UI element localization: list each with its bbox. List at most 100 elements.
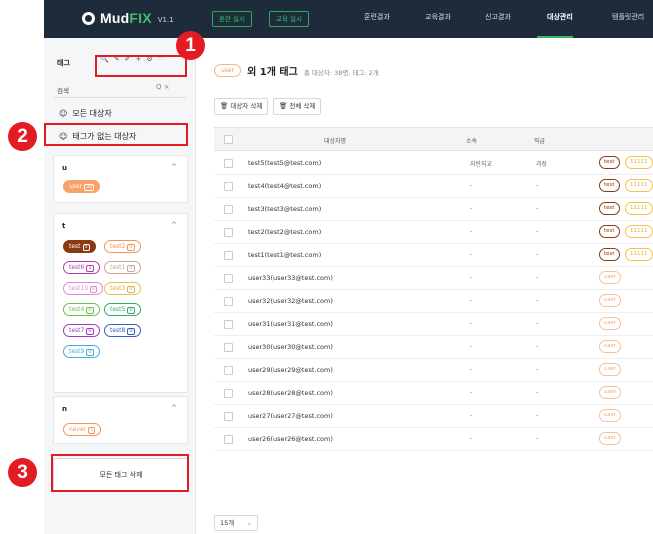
title-summary: 총 대상자: 38명, 태그: 2개 xyxy=(303,68,379,77)
row-tag-user[interactable]: user xyxy=(599,386,621,399)
table-row[interactable]: test4(test4@test.com) - - test 11111 xyxy=(214,175,653,198)
menu-education-results[interactable]: 교육결과 xyxy=(425,12,451,22)
row-tag-test[interactable]: test xyxy=(599,156,620,169)
row-tag-11111[interactable]: 11111 xyxy=(625,202,653,215)
tag-test2[interactable]: test2 0 xyxy=(104,240,141,253)
column-header-dept[interactable]: 소속 xyxy=(466,136,477,145)
row-checkbox[interactable] xyxy=(224,297,233,306)
row-tag-11111[interactable]: 11111 xyxy=(625,248,653,261)
tag-test9[interactable]: test9 0 xyxy=(63,345,100,358)
tag-group-t: t ^ test 5 test2 0 test6 1 test1 0 test10 0 t… xyxy=(53,213,188,393)
menu-target-management[interactable]: 대상관리 xyxy=(547,12,573,22)
row-position: 과장 xyxy=(536,161,548,168)
row-checkbox[interactable] xyxy=(224,205,233,214)
tag-test1[interactable]: test1 0 xyxy=(104,261,141,274)
tag-search-input[interactable]: 검색 xyxy=(57,85,69,95)
selected-tag-pill[interactable]: user xyxy=(214,64,242,77)
row-checkbox[interactable] xyxy=(224,320,233,329)
row-tag-test[interactable]: test xyxy=(599,248,620,261)
row-name: user26(user26@test.com) xyxy=(248,435,333,443)
row-tag-11111[interactable]: 11111 xyxy=(625,225,653,238)
row-dept: - xyxy=(470,412,473,419)
delete-targets-button[interactable]: 🗑 대상자 삭제 xyxy=(214,98,269,115)
menu-training-results[interactable]: 훈련결과 xyxy=(364,12,390,22)
row-dept: - xyxy=(470,320,473,327)
row-name: test5(test5@test.com) xyxy=(248,159,322,167)
row-position: - xyxy=(536,297,539,304)
row-checkbox[interactable] xyxy=(224,274,233,283)
page-size-select[interactable]: 15개 ⌄ xyxy=(214,515,258,531)
table-row[interactable]: user28(user28@test.com) - - user xyxy=(214,382,653,405)
row-dept: - xyxy=(470,366,473,373)
tag-test[interactable]: test 5 xyxy=(63,240,96,253)
table-row[interactable]: user30(user30@test.com) - - user xyxy=(214,336,653,359)
table-row[interactable]: user26(user26@test.com) - - user xyxy=(214,428,653,451)
row-tag-user[interactable]: user xyxy=(599,409,621,422)
table-row[interactable]: user31(user31@test.com) - - user xyxy=(214,313,653,336)
menu-report-results[interactable]: 신고결과 xyxy=(485,12,511,22)
row-dept: - xyxy=(470,389,473,396)
row-checkbox[interactable] xyxy=(224,366,233,375)
tag-test5[interactable]: test5 0 xyxy=(104,303,141,316)
row-name: user32(user32@test.com) xyxy=(248,297,333,305)
annotation-box-untagged xyxy=(44,123,188,146)
column-header-position[interactable]: 직급 xyxy=(534,136,545,145)
row-tag-user[interactable]: user xyxy=(599,271,621,284)
menu-template-management[interactable]: 템플릿관리 xyxy=(612,12,644,22)
group-title: u xyxy=(62,164,67,172)
chevron-up-icon[interactable]: ^ xyxy=(171,221,177,229)
row-tag-test[interactable]: test xyxy=(599,202,620,215)
select-all-checkbox[interactable] xyxy=(224,135,233,144)
table-row[interactable]: user29(user29@test.com) - - user xyxy=(214,359,653,382)
row-tag-11111[interactable]: 11111 xyxy=(625,156,653,169)
row-checkbox[interactable] xyxy=(224,251,233,260)
users-icon: ☺ xyxy=(59,109,68,118)
app-version: V1.1 xyxy=(157,16,174,24)
all-targets-item[interactable]: ☺ 모든 대상자 xyxy=(59,108,112,119)
row-checkbox[interactable] xyxy=(224,182,233,191)
table-row[interactable]: test3(test3@test.com) - - test 11111 xyxy=(214,198,653,221)
delete-all-button[interactable]: 🗑 전체 삭제 xyxy=(273,98,322,115)
row-tag-user[interactable]: user xyxy=(599,317,621,330)
row-name: user28(user28@test.com) xyxy=(248,389,333,397)
search-clear-icons[interactable]: Q × xyxy=(156,83,170,91)
row-checkbox[interactable] xyxy=(224,228,233,237)
tag-user[interactable]: user 30 xyxy=(63,180,101,193)
chevron-up-icon[interactable]: ^ xyxy=(171,163,177,171)
run-training-button[interactable]: 훈련 실시 xyxy=(212,11,252,27)
tag-naver[interactable]: naver 1 xyxy=(63,423,102,436)
row-name: test4(test4@test.com) xyxy=(248,182,322,190)
row-tag-11111[interactable]: 11111 xyxy=(625,179,653,192)
row-tag-user[interactable]: user xyxy=(599,363,621,376)
trash-icon: 🗑 xyxy=(220,102,229,110)
row-name: test3(test3@test.com) xyxy=(248,205,322,213)
column-header-name[interactable]: 대상자명 xyxy=(324,136,346,145)
table-row[interactable]: user27(user27@test.com) - - user xyxy=(214,405,653,428)
app-logo[interactable]: MudFIX V1.1 xyxy=(82,10,174,26)
tag-test6[interactable]: test6 1 xyxy=(63,261,100,274)
run-education-button[interactable]: 교육 실시 xyxy=(269,11,309,27)
chevron-down-icon: ⌄ xyxy=(246,519,252,527)
row-tag-user[interactable]: user xyxy=(599,432,621,445)
tag-test10[interactable]: test10 0 xyxy=(63,282,104,295)
row-checkbox[interactable] xyxy=(224,412,233,421)
annotation-badge-3: 3 xyxy=(8,458,37,487)
table-row[interactable]: test5(test5@test.com) 지란지교 과장 test 11111 xyxy=(214,152,653,175)
tag-test3[interactable]: test3 0 xyxy=(104,282,141,295)
row-checkbox[interactable] xyxy=(224,159,233,168)
row-tag-user[interactable]: user xyxy=(599,340,621,353)
row-tag-user[interactable]: user xyxy=(599,294,621,307)
tag-test7[interactable]: test7 0 xyxy=(63,324,100,337)
row-tag-test[interactable]: test xyxy=(599,179,620,192)
table-row[interactable]: test2(test2@test.com) - - test 11111 xyxy=(214,221,653,244)
table-row[interactable]: test1(test1@test.com) - - test 11111 xyxy=(214,244,653,267)
chevron-up-icon[interactable]: ^ xyxy=(171,404,177,412)
row-checkbox[interactable] xyxy=(224,435,233,444)
table-row[interactable]: user32(user32@test.com) - - user xyxy=(214,290,653,313)
tag-test4[interactable]: test4 0 xyxy=(63,303,100,316)
tag-test8[interactable]: test8 0 xyxy=(104,324,141,337)
row-tag-test[interactable]: test xyxy=(599,225,620,238)
table-row[interactable]: user33(user33@test.com) - - user xyxy=(214,267,653,290)
row-checkbox[interactable] xyxy=(224,389,233,398)
row-checkbox[interactable] xyxy=(224,343,233,352)
